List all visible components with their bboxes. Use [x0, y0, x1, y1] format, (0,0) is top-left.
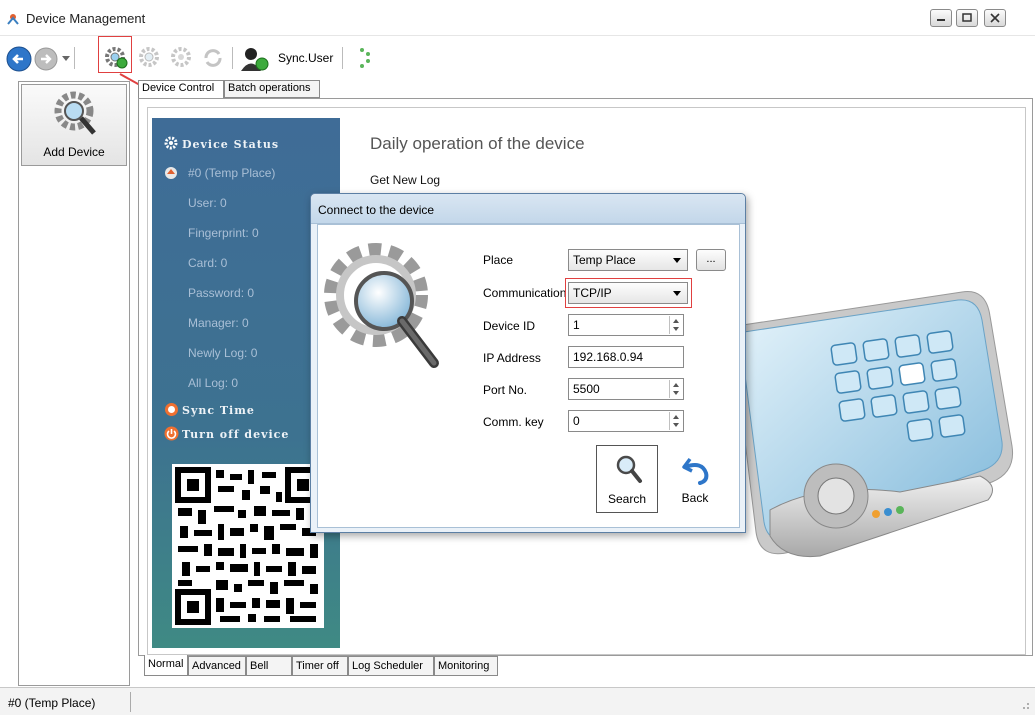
- stat-password: Password: 0: [188, 286, 255, 300]
- toolbar-separator: [342, 47, 343, 69]
- port-label: Port No.: [483, 383, 528, 397]
- power-icon: [164, 426, 179, 441]
- qr-code-image: [172, 464, 324, 628]
- port-input[interactable]: 5500: [568, 378, 684, 400]
- disconnect-device-icon[interactable]: [138, 46, 162, 70]
- add-device-button[interactable]: Add Device: [21, 84, 127, 166]
- minimize-button[interactable]: [930, 9, 952, 27]
- magnifier-icon: [616, 455, 642, 483]
- connect-highlight-box: [98, 36, 132, 73]
- dialog-body: Place Temp Place ... Communication TCP/I…: [317, 224, 740, 528]
- gear-icon: [164, 136, 178, 150]
- app-icon: [7, 14, 19, 25]
- back-arrow-icon[interactable]: [6, 46, 32, 72]
- place-label: Place: [483, 253, 514, 267]
- resize-grip-icon[interactable]: [1020, 700, 1030, 710]
- history-dropdown-icon[interactable]: [62, 56, 70, 62]
- get-new-log-link[interactable]: Get New Log: [370, 173, 440, 187]
- comm-key-label: Comm. key: [483, 415, 544, 429]
- tab-bell[interactable]: Bell: [246, 656, 292, 676]
- stat-newly-log: Newly Log: 0: [188, 346, 258, 360]
- stat-fingerprint: Fingerprint: 0: [188, 226, 259, 240]
- ip-address-value: 192.168.0.94: [573, 350, 644, 364]
- title-bar: Device Management: [0, 0, 1035, 36]
- toolbar-separator: [232, 47, 233, 69]
- status-bar: #0 (Temp Place): [0, 687, 1035, 715]
- maximize-button[interactable]: [956, 9, 978, 27]
- turn-off-device-link[interactable]: Turn off device: [182, 428, 289, 441]
- tab-monitoring[interactable]: Monitoring: [434, 656, 498, 676]
- close-button[interactable]: [984, 9, 1006, 27]
- ip-address-input[interactable]: 192.168.0.94: [568, 346, 684, 368]
- device-settings-icon[interactable]: [170, 46, 194, 70]
- comm-key-input[interactable]: 0: [568, 410, 684, 432]
- place-value: Temp Place: [573, 253, 636, 267]
- search-button[interactable]: Search: [596, 445, 658, 513]
- tab-advanced[interactable]: Advanced: [188, 656, 246, 676]
- connect-device-dialog: Connect to the device Place Temp Place .…: [310, 193, 746, 533]
- stat-card: Card: 0: [188, 256, 228, 270]
- port-value: 5500: [573, 382, 600, 396]
- tab-normal[interactable]: Normal: [144, 655, 188, 676]
- comm-key-value: 0: [573, 414, 580, 428]
- comm-key-spinner[interactable]: [669, 412, 682, 430]
- device-icon: [165, 167, 177, 179]
- clock-icon: [165, 403, 178, 416]
- tab-log-scheduler[interactable]: Log Scheduler: [348, 656, 434, 676]
- status-bar-divider: [130, 692, 131, 712]
- place-select[interactable]: Temp Place: [568, 249, 688, 271]
- status-bar-text: #0 (Temp Place): [8, 696, 96, 710]
- communication-highlight-box: [565, 278, 692, 308]
- sync-user-icon[interactable]: [240, 46, 274, 72]
- close-icon: [990, 13, 1000, 23]
- daily-operation-title: Daily operation of the device: [370, 134, 585, 153]
- device-id-value: 1: [573, 318, 580, 332]
- search-label: Search: [607, 492, 647, 506]
- device-id-input[interactable]: 1: [568, 314, 684, 336]
- device-search-icon: [324, 243, 439, 368]
- left-panel: Add Device: [18, 81, 130, 686]
- chevron-down-icon: [673, 258, 681, 263]
- place-browse-button[interactable]: ...: [696, 249, 726, 271]
- device-id-label: Device ID: [483, 319, 536, 333]
- window-title: Device Management: [26, 11, 146, 26]
- communication-label: Communication: [483, 286, 567, 300]
- tab-timer-off[interactable]: Timer off: [292, 656, 348, 676]
- stat-user: User: 0: [188, 196, 227, 210]
- toolbar-separator: [74, 47, 75, 69]
- ip-address-label: IP Address: [483, 351, 541, 365]
- tab-batch-operations[interactable]: Batch operations: [224, 80, 320, 98]
- add-device-label: Add Device: [43, 145, 105, 159]
- refresh-icon[interactable]: [202, 47, 224, 69]
- stat-manager: Manager: 0: [188, 316, 249, 330]
- tab-device-control[interactable]: Device Control: [138, 80, 224, 100]
- forward-arrow-icon[interactable]: [34, 47, 58, 71]
- add-device-icon: [54, 91, 96, 135]
- back-button[interactable]: Back: [664, 445, 726, 513]
- stat-all-log: All Log: 0: [188, 376, 239, 390]
- dialog-title: Connect to the device: [318, 203, 435, 217]
- back-label: Back: [681, 491, 709, 505]
- device-name[interactable]: #0 (Temp Place): [188, 166, 275, 180]
- maximize-icon: [962, 13, 972, 22]
- keypad-device-image: [732, 291, 1014, 558]
- undo-arrow-icon: [682, 457, 709, 485]
- minimize-icon: [937, 19, 945, 21]
- sync-time-link[interactable]: Sync Time: [182, 404, 255, 417]
- device-status-header: Device Status: [182, 138, 280, 151]
- port-spinner[interactable]: [669, 380, 682, 398]
- loading-spinner-icon: [360, 48, 370, 68]
- device-id-spinner[interactable]: [669, 316, 682, 334]
- sync-user-label[interactable]: Sync.User: [278, 51, 333, 65]
- dialog-title-bar[interactable]: Connect to the device: [311, 194, 745, 224]
